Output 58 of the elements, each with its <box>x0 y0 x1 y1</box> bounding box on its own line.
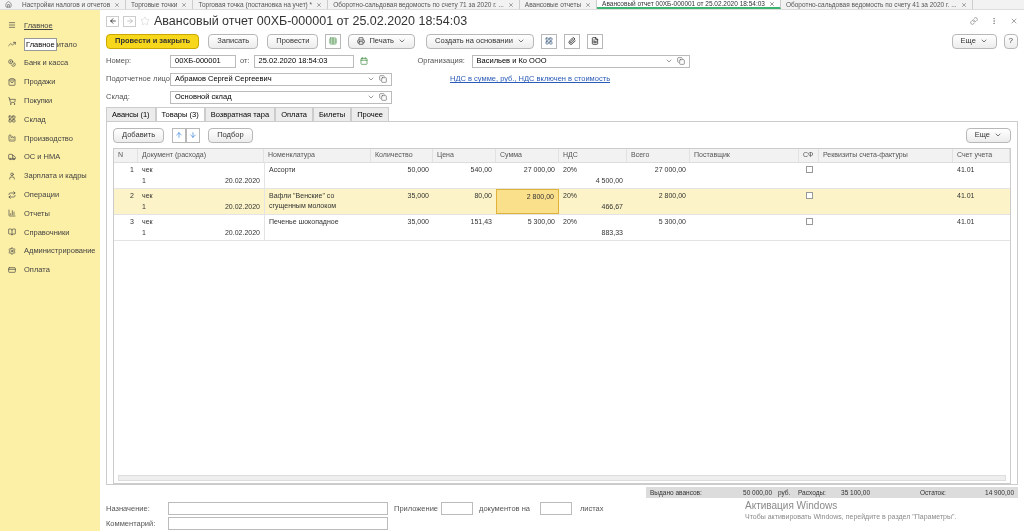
section-icon <box>8 190 16 199</box>
caret-icon <box>994 131 1002 139</box>
close-icon[interactable] <box>181 1 188 8</box>
section-icon <box>8 21 16 30</box>
close-icon[interactable] <box>585 1 592 8</box>
menu-icon[interactable] <box>990 17 998 25</box>
activation-title: Активация Windows <box>745 500 838 512</box>
section-icon <box>8 77 16 86</box>
close-icon[interactable] <box>114 1 121 8</box>
checkbox[interactable] <box>805 166 813 173</box>
link-icon[interactable] <box>970 17 978 25</box>
open-icon[interactable] <box>379 93 387 101</box>
calendar-icon[interactable] <box>359 57 368 65</box>
caret-icon <box>979 37 988 45</box>
section-icon <box>8 209 16 218</box>
move-up-button[interactable] <box>172 127 187 143</box>
checkbox[interactable] <box>805 192 813 199</box>
section-icon <box>8 134 16 143</box>
document-icon[interactable] <box>586 33 603 49</box>
caret-icon <box>516 37 525 45</box>
section-icon <box>8 40 16 49</box>
arrow-left-icon <box>108 17 117 25</box>
section-icon <box>8 96 16 105</box>
input-field[interactable] <box>441 502 473 515</box>
section-icon <box>8 265 16 274</box>
open-icon[interactable] <box>676 57 685 65</box>
attachment-icon[interactable] <box>563 33 580 49</box>
input-field[interactable] <box>539 502 572 515</box>
forward-button[interactable] <box>123 15 136 27</box>
dropdown-icon[interactable] <box>664 57 673 65</box>
printer-icon <box>357 37 366 45</box>
horizontal-scrollbar[interactable] <box>118 475 1006 481</box>
arrow-down-icon <box>189 131 198 139</box>
section-icon <box>8 152 16 161</box>
back-button[interactable] <box>106 15 119 27</box>
section-icon <box>8 246 16 255</box>
close-icon[interactable] <box>768 0 775 7</box>
section-icon <box>8 59 16 67</box>
arrow-right-icon <box>125 17 134 25</box>
section-icon <box>8 171 16 180</box>
section-icon <box>8 228 16 237</box>
section-icon <box>8 115 16 124</box>
input-field[interactable] <box>168 502 388 515</box>
close-icon[interactable] <box>960 1 967 8</box>
close-icon[interactable] <box>1010 17 1018 25</box>
dropdown-icon[interactable] <box>367 75 375 83</box>
input-field[interactable] <box>168 517 388 530</box>
move-down-button[interactable] <box>186 127 201 143</box>
checkbox[interactable] <box>805 218 813 225</box>
window-title: Авансовый отчет 00ХБ-000001 от 25.02.2020 18:54:03 <box>154 12 468 30</box>
close-icon[interactable] <box>507 1 514 8</box>
open-icon[interactable] <box>379 75 387 83</box>
close-icon[interactable] <box>316 1 323 8</box>
dropdown-icon[interactable] <box>367 93 375 101</box>
home-icon[interactable] <box>5 1 12 8</box>
favorite-icon[interactable] <box>140 16 150 26</box>
caret-icon <box>398 37 407 45</box>
arrow-up-icon <box>175 131 184 139</box>
